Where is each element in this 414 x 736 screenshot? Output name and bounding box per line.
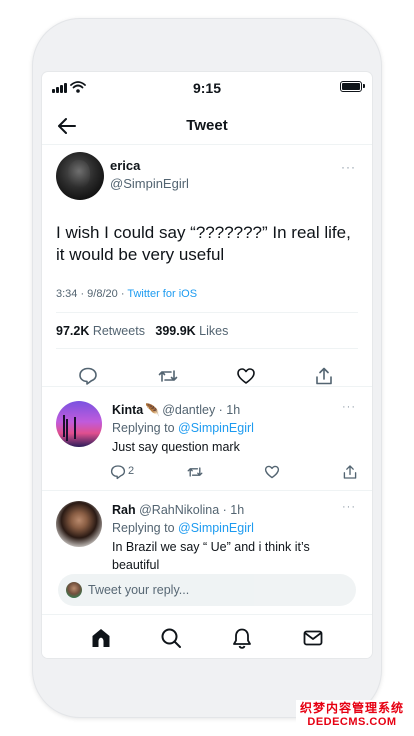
- mail-icon[interactable]: [302, 627, 324, 649]
- reply-item[interactable]: Kinta 🪶 @dantley · 1h ··· Replying to @Sim…: [42, 386, 372, 491]
- avatar: [66, 582, 82, 598]
- watermark-line-1: 织梦内容管理系统: [299, 701, 404, 715]
- home-icon[interactable]: [90, 627, 112, 649]
- comment-icon[interactable]: [110, 464, 126, 480]
- reply-text: Just say question mark: [112, 440, 240, 454]
- heart-icon[interactable]: [236, 366, 256, 386]
- more-options-icon[interactable]: ···: [342, 501, 356, 513]
- replying-to: Replying to @SimpinEgirl: [112, 521, 254, 535]
- app-screen: 9:15 Tweet erica @SimpinEgirl ··· I wish…: [42, 72, 372, 658]
- reply-input[interactable]: [88, 580, 328, 600]
- reply-composer[interactable]: [58, 574, 356, 606]
- search-icon[interactable]: [160, 627, 182, 649]
- more-options-icon[interactable]: ···: [341, 160, 356, 174]
- page-title: Tweet: [186, 117, 228, 134]
- tweet-meta: 3:34 · 9/8/20 · Twitter for iOS: [56, 288, 197, 300]
- divider: [56, 348, 358, 349]
- tweet-stats: 97.2K Retweets 399.9K Likes: [56, 324, 228, 338]
- retweets-count[interactable]: 97.2K: [56, 324, 89, 338]
- avatar[interactable]: [56, 501, 102, 547]
- retweet-icon[interactable]: [158, 366, 178, 386]
- replying-mention[interactable]: @SimpinEgirl: [178, 521, 254, 535]
- share-icon[interactable]: [314, 366, 334, 386]
- likes-label: Likes: [195, 324, 229, 338]
- replying-to: Replying to @SimpinEgirl: [112, 421, 254, 435]
- comment-icon[interactable]: [78, 366, 98, 386]
- quill-icon: 🪶: [145, 403, 161, 417]
- replying-mention[interactable]: @SimpinEgirl: [178, 421, 254, 435]
- reply-header: Rah @RahNikolina · 1h: [112, 503, 244, 517]
- battery-icon: [340, 81, 365, 92]
- share-icon[interactable]: [342, 464, 358, 480]
- retweet-icon[interactable]: [187, 464, 203, 480]
- watermark: 织梦内容管理系统 DEDECMS.COM: [295, 700, 408, 730]
- avatar[interactable]: [56, 401, 102, 447]
- tweet-timestamp: 3:34 · 9/8/20 ·: [56, 288, 128, 300]
- tweet-client-link[interactable]: Twitter for iOS: [127, 288, 197, 300]
- heart-icon[interactable]: [264, 464, 280, 480]
- reply-author-name[interactable]: Rah: [112, 503, 136, 517]
- reply-time: · 1h: [219, 503, 245, 517]
- tweet-text: I wish I could say “???????” In real lif…: [56, 223, 351, 264]
- retweets-label: Retweets: [89, 324, 145, 338]
- reply-author-handle[interactable]: @RahNikolina: [139, 503, 219, 517]
- likes-count[interactable]: 399.9K: [155, 324, 195, 338]
- divider: [56, 312, 358, 313]
- reply-author-name[interactable]: Kinta: [112, 403, 143, 417]
- bottom-tab-bar: [42, 614, 372, 658]
- author-handle[interactable]: @SimpinEgirl: [110, 176, 189, 191]
- reply-time: · 1h: [215, 403, 241, 417]
- reply-count: 2: [128, 465, 135, 477]
- tweet-header: Tweet: [42, 108, 372, 145]
- avatar[interactable]: [56, 152, 104, 200]
- more-options-icon[interactable]: ···: [342, 401, 356, 413]
- reply-header: Kinta 🪶 @dantley · 1h: [112, 403, 240, 417]
- status-time: 9:15: [192, 80, 222, 96]
- replying-prefix: Replying to: [112, 521, 179, 535]
- bell-icon[interactable]: [231, 627, 253, 649]
- watermark-line-2: DEDECMS.COM: [307, 716, 397, 728]
- status-bar: 9:15: [42, 72, 372, 104]
- reply-author-handle[interactable]: @dantley: [162, 403, 215, 417]
- reply-text: In Brazil we say “ Ue” and i think it’s …: [112, 540, 310, 572]
- author-name[interactable]: erica: [110, 158, 140, 173]
- replying-prefix: Replying to: [112, 421, 179, 435]
